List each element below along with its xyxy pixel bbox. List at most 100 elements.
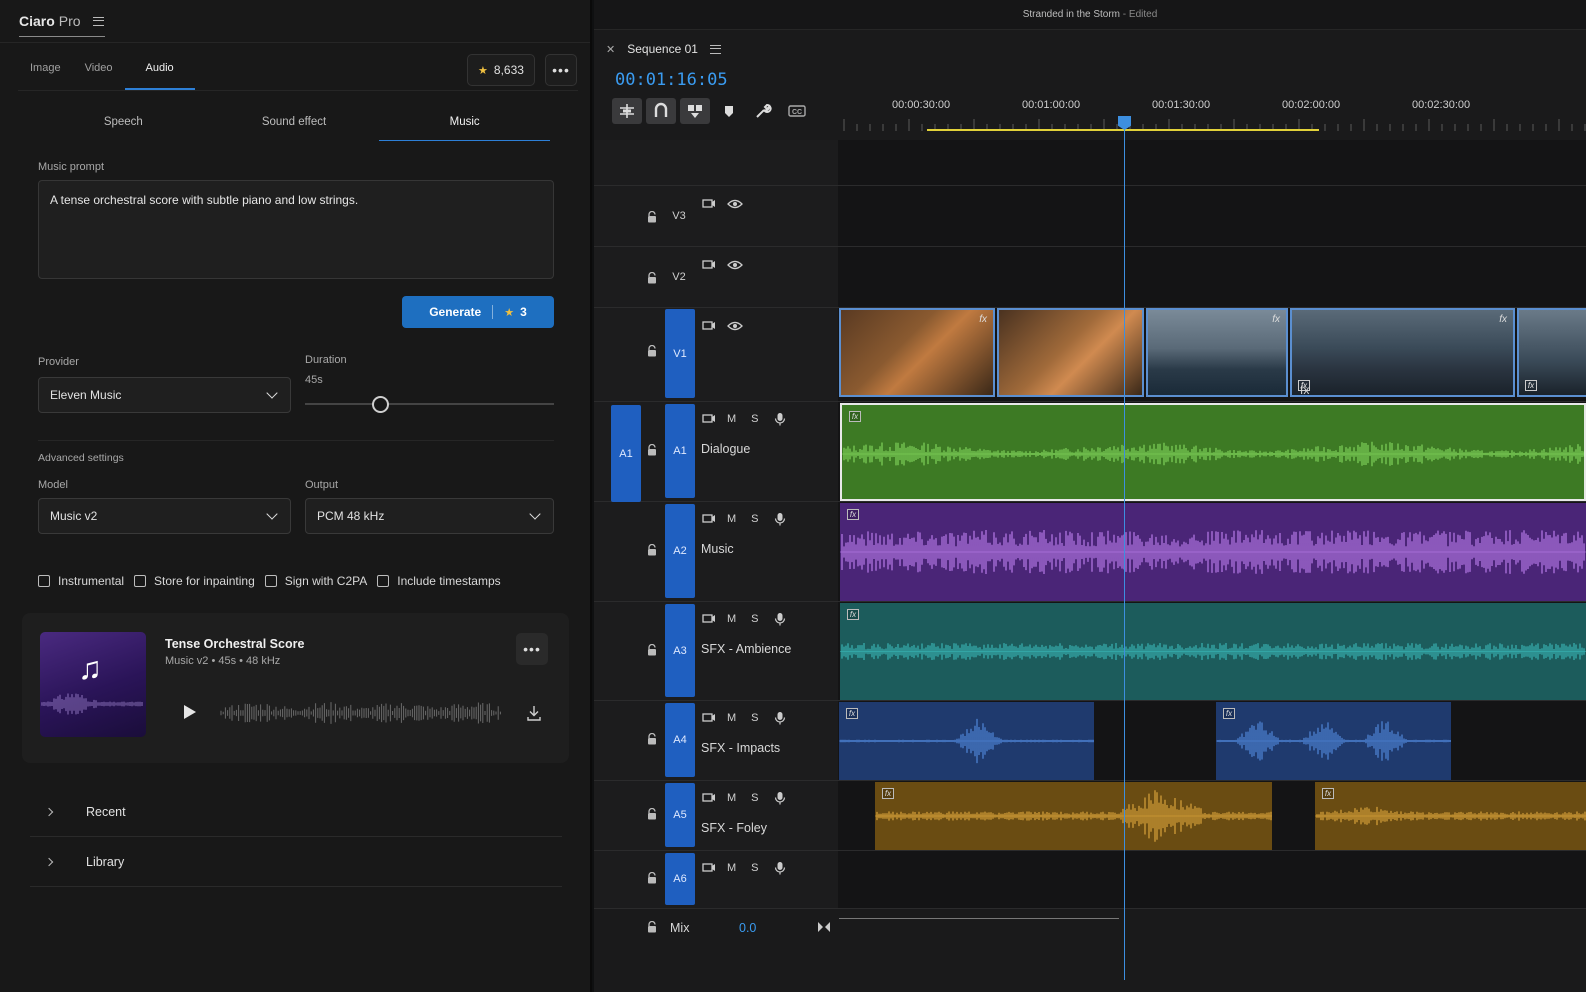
instrumental-checkbox[interactable]: Instrumental <box>38 574 124 588</box>
tab-audio[interactable]: Audio <box>124 52 195 90</box>
solo-button[interactable]: S <box>751 413 758 425</box>
generate-button[interactable]: Generate ★ 3 <box>402 296 554 328</box>
mute-button[interactable]: M <box>727 792 736 804</box>
sync-lock-icon[interactable] <box>702 513 716 525</box>
menu-icon[interactable] <box>709 44 721 54</box>
mix-value[interactable]: 0.0 <box>739 921 756 935</box>
audio-clip[interactable]: fx <box>840 603 1586 700</box>
track-target-v1[interactable]: V1 <box>665 309 695 398</box>
lock-icon[interactable] <box>647 733 657 745</box>
source-patch-a1[interactable]: A1 <box>611 405 641 502</box>
mute-button[interactable]: M <box>727 413 736 425</box>
eye-icon[interactable] <box>727 259 743 271</box>
playhead-timecode[interactable]: 00:01:16:05 <box>615 70 728 90</box>
sync-lock-icon[interactable] <box>702 862 716 874</box>
model-select[interactable]: Music v2 <box>38 498 291 534</box>
checkbox-box[interactable] <box>377 575 390 587</box>
eye-icon[interactable] <box>727 320 743 332</box>
solo-button[interactable]: S <box>751 862 758 874</box>
playhead-line[interactable] <box>1124 130 1125 980</box>
audio-clip[interactable]: fx <box>875 782 1272 850</box>
lock-icon[interactable] <box>647 272 657 284</box>
sync-lock-icon[interactable] <box>702 413 716 425</box>
tab-music[interactable]: Music <box>379 106 551 141</box>
more-options-button[interactable]: ••• <box>545 54 577 86</box>
lock-icon[interactable] <box>647 644 657 656</box>
duration-slider-track[interactable] <box>305 403 554 405</box>
mute-button[interactable]: M <box>727 513 736 525</box>
solo-button[interactable]: S <box>751 792 758 804</box>
output-select[interactable]: PCM 48 kHz <box>305 498 554 534</box>
download-icon[interactable] <box>527 705 541 721</box>
track-target-a4[interactable]: A4 <box>665 703 695 777</box>
sequence-tab[interactable]: ✕ Sequence 01 <box>606 42 721 56</box>
mute-button[interactable]: M <box>727 613 736 625</box>
video-clip[interactable]: fx fx <box>1290 308 1515 397</box>
add-marker-tool[interactable] <box>714 98 744 124</box>
provider-select[interactable]: Eleven Music <box>38 377 291 413</box>
track-target-a1[interactable]: A1 <box>665 404 695 498</box>
track-target-a2[interactable]: A2 <box>665 504 695 598</box>
checkbox-box[interactable] <box>38 575 50 587</box>
sync-lock-icon[interactable] <box>702 320 716 332</box>
audio-clip[interactable]: fx <box>1315 782 1586 850</box>
solo-button[interactable]: S <box>751 712 758 724</box>
lock-icon[interactable] <box>647 872 657 884</box>
microphone-icon[interactable] <box>774 612 786 626</box>
menu-icon[interactable] <box>92 16 104 26</box>
tab-video[interactable]: Video <box>73 52 125 90</box>
sync-lock-icon[interactable] <box>702 712 716 724</box>
mute-button[interactable]: M <box>727 862 736 874</box>
video-clip[interactable]: fx <box>839 308 995 397</box>
store-for-inpainting-checkbox[interactable]: Store for inpainting <box>134 574 255 588</box>
tab-sound-effect[interactable]: Sound effect <box>209 106 380 141</box>
tab-speech[interactable]: Speech <box>38 106 209 141</box>
play-icon[interactable] <box>184 705 196 719</box>
microphone-icon[interactable] <box>774 512 786 526</box>
tab-image[interactable]: Image <box>18 52 73 90</box>
lock-icon[interactable] <box>647 211 657 223</box>
video-clip[interactable]: fx <box>1146 308 1288 397</box>
lock-icon[interactable] <box>647 444 657 456</box>
captions-tool[interactable]: CC <box>782 98 812 124</box>
sign-with-c2pa-checkbox[interactable]: Sign with C2PA <box>264 574 367 588</box>
go-to-end-icon[interactable] <box>817 921 831 933</box>
linked-selection-tool[interactable] <box>680 98 710 124</box>
checkbox-box[interactable] <box>264 575 277 587</box>
checkbox-box[interactable] <box>134 575 147 587</box>
sync-lock-icon[interactable] <box>702 259 716 271</box>
sync-lock-icon[interactable] <box>702 613 716 625</box>
credits-button[interactable]: ★ 8,633 <box>467 54 535 86</box>
microphone-icon[interactable] <box>774 861 786 875</box>
music-prompt-input[interactable]: A tense orchestral score with subtle pia… <box>38 180 554 279</box>
preview-waveform[interactable] <box>220 699 502 727</box>
microphone-icon[interactable] <box>774 791 786 805</box>
work-area-bar[interactable] <box>927 129 1319 131</box>
sync-lock-icon[interactable] <box>702 792 716 804</box>
video-clip[interactable]: fx <box>1517 308 1586 397</box>
track-target-a6[interactable]: A6 <box>665 853 695 905</box>
video-clip[interactable] <box>997 308 1144 397</box>
microphone-icon[interactable] <box>774 711 786 725</box>
duration-slider-handle[interactable] <box>371 396 389 413</box>
audio-clip[interactable]: fx <box>1216 702 1451 780</box>
eye-icon[interactable] <box>727 198 743 210</box>
lock-icon[interactable] <box>647 808 657 820</box>
track-target-a3[interactable]: A3 <box>665 604 695 697</box>
include-timestamps-checkbox[interactable]: Include timestamps <box>377 574 501 588</box>
audio-clip[interactable]: fx <box>840 503 1586 601</box>
microphone-icon[interactable] <box>774 412 786 426</box>
sync-lock-icon[interactable] <box>702 198 716 210</box>
track-target-a5[interactable]: A5 <box>665 783 695 847</box>
insert-sequence-tool[interactable] <box>612 98 642 124</box>
lock-icon[interactable] <box>647 345 657 357</box>
solo-button[interactable]: S <box>751 613 758 625</box>
recent-section[interactable]: Recent <box>30 787 562 837</box>
close-icon[interactable]: ✕ <box>606 43 615 56</box>
solo-button[interactable]: S <box>751 513 758 525</box>
library-section[interactable]: Library <box>30 837 562 887</box>
audio-clip[interactable]: fx <box>840 403 1586 501</box>
audio-clip[interactable]: fx <box>839 702 1094 780</box>
mute-button[interactable]: M <box>727 712 736 724</box>
lock-icon[interactable] <box>647 921 657 933</box>
